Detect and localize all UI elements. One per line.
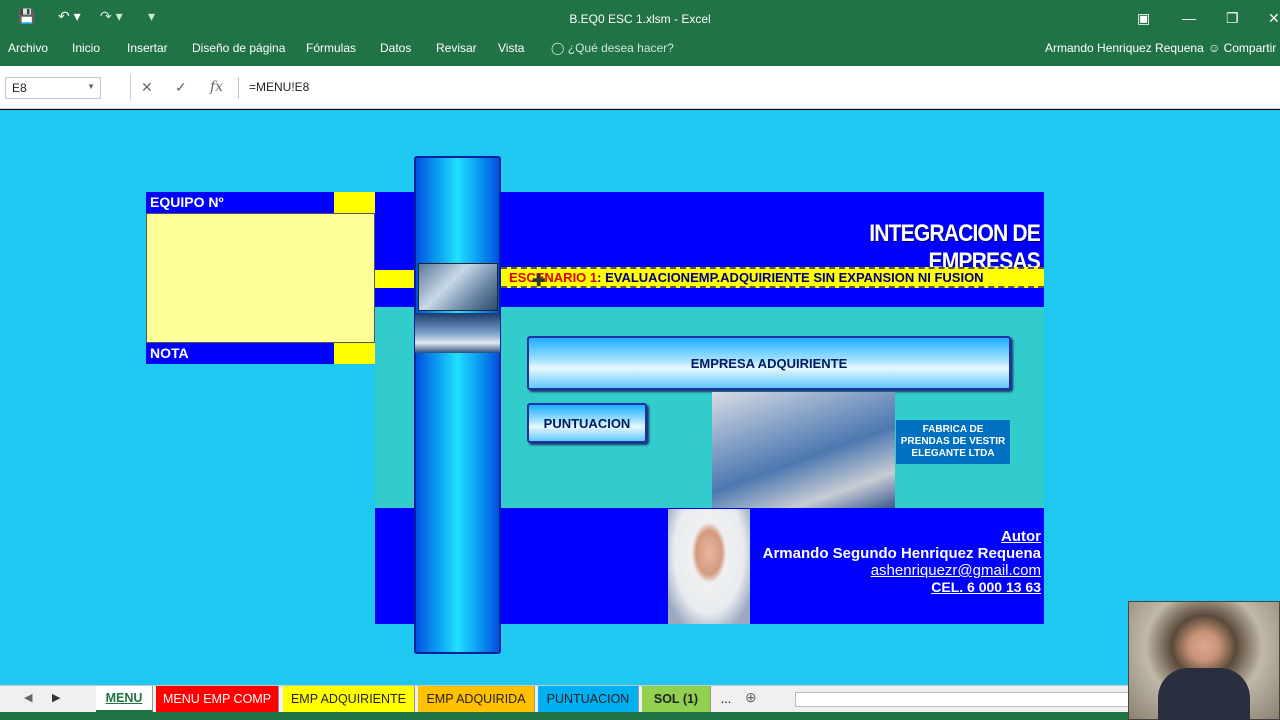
tab-insertar[interactable]: Insertar (127, 41, 168, 55)
tab-vista[interactable]: Vista (498, 41, 524, 55)
scenario-banner: ESCENARIO 1: EVALUACIONEMP.ADQUIRIENTE S… (501, 267, 1044, 288)
enter-icon[interactable]: ✓ (175, 79, 187, 96)
worksheet[interactable]: EQUIPO Nº NOTA INTEGRACION DE EMPRESAS E… (0, 110, 1280, 685)
add-sheet-icon[interactable]: ⊕ (745, 689, 757, 706)
puntuacion-button[interactable]: PUNTUACION (527, 403, 647, 443)
lightbulb-icon: ◯ (551, 41, 568, 55)
team-label: EQUIPO Nº (146, 192, 334, 213)
chevron-down-icon[interactable]: ▼ (87, 82, 95, 91)
author-phone: CEL. 6 000 13 63 (931, 579, 1041, 595)
tab-revisar[interactable]: Revisar (436, 41, 477, 55)
cancel-icon[interactable]: ✕ (141, 79, 153, 96)
share-label: Compartir (1223, 41, 1277, 55)
sheet-tab-puntuacion[interactable]: PUNTUACION (538, 686, 639, 712)
person-icon: ☺ (1208, 41, 1224, 55)
share-button[interactable]: ☺ Compartir (1208, 41, 1276, 55)
title-bar: 💾 ↶ ▾ ↷ ▾ ▾ B.EQ0 ESC 1.xlsm - Excel ▣ —… (0, 0, 1280, 37)
tab-archivo[interactable]: Archivo (8, 41, 48, 55)
sheet-tab-emp-adquiriente[interactable]: EMP ADQUIRIENTE (283, 686, 415, 712)
empresa-adquiriente-button[interactable]: EMPRESA ADQUIRIENTE (527, 336, 1011, 390)
yellow-strip (375, 270, 415, 288)
tab-datos[interactable]: Datos (380, 41, 411, 55)
scenario-prefix: ESCENARIO 1 (509, 270, 598, 285)
author-name: Armando Segundo Henriquez Requena (762, 545, 1041, 562)
horizontal-scrollbar[interactable] (795, 692, 1135, 707)
sheet-tab-sol-1[interactable]: SOL (1) (642, 686, 711, 712)
insert-function-icon[interactable]: fx (210, 79, 223, 95)
cursor-icon: ✚ (532, 273, 546, 290)
sheet-tab-menu-emp-comp[interactable]: MENU EMP COMP (156, 686, 279, 712)
tab-formulas[interactable]: Fórmulas (306, 41, 356, 55)
author-photo (668, 509, 750, 624)
tab-inicio[interactable]: Inicio (72, 41, 100, 55)
ribbon-display-icon[interactable]: ▣ (1137, 10, 1150, 27)
buildings-image (418, 263, 498, 311)
sheet-tab-bar: ◀ ▶ MENU MENU EMP COMP EMP ADQUIRIENTE E… (0, 685, 1280, 712)
author-label: Autor (1001, 528, 1041, 545)
restore-icon[interactable]: ❐ (1226, 10, 1239, 27)
name-box-value: E8 (12, 81, 27, 95)
scenario-text: : EVALUACIONEMP.ADQUIRIENTE SIN EXPANSIO… (597, 270, 984, 285)
author-info: Autor Armando Segundo Henriquez Requena … (752, 528, 1041, 595)
divider (130, 74, 131, 100)
minimize-icon[interactable]: — (1182, 10, 1196, 26)
tab-diseno-pagina[interactable]: Diseño de página (192, 41, 285, 55)
formula-input[interactable]: =MENU!E8 (238, 77, 1280, 99)
user-name[interactable]: Armando Henriquez Requena (1045, 41, 1204, 55)
handshake-image (415, 313, 500, 353)
webcam-person (1158, 668, 1250, 720)
sheet-tab-emp-adquirida[interactable]: EMP ADQUIRIDA (418, 686, 535, 712)
team-notes-area[interactable] (146, 213, 375, 343)
author-email-link[interactable]: ashenriquezr@gmail.com (752, 562, 1041, 579)
tell-me-label: ¿Qué desea hacer? (567, 41, 674, 55)
note-value-cell[interactable] (334, 343, 375, 364)
team-number-cell[interactable] (334, 192, 375, 213)
status-bar (0, 712, 1280, 720)
sheet-tab-menu[interactable]: MENU (96, 686, 153, 712)
tell-me-search[interactable]: ◯ ¿Qué desea hacer? (551, 41, 674, 55)
note-label: NOTA (146, 343, 334, 364)
tab-prev-icon[interactable]: ◀ (24, 691, 32, 704)
factory-image (712, 392, 895, 508)
tab-next-icon[interactable]: ▶ (52, 691, 60, 704)
formula-bar: E8 ▼ ✕ ✓ fx =MENU!E8 (0, 66, 1280, 109)
window-title: B.EQ0 ESC 1.xlsm - Excel (569, 12, 711, 26)
factory-label: FABRICA DE PRENDAS DE VESTIR ELEGANTE LT… (896, 420, 1010, 464)
decorative-pillar (414, 156, 501, 654)
ribbon-tabs: Archivo Inicio Insertar Diseño de página… (0, 37, 1280, 66)
more-sheets-button[interactable]: ... (714, 686, 738, 712)
name-box[interactable]: E8 ▼ (5, 77, 101, 99)
close-icon[interactable]: ✕ (1268, 10, 1280, 27)
